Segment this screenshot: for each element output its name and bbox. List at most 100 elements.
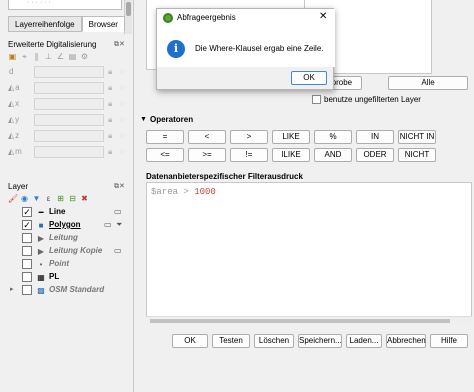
- all-button[interactable]: Alle: [388, 76, 468, 90]
- settings-icon[interactable]: ⚙: [80, 52, 89, 61]
- layer-row-point[interactable]: • Point: [8, 258, 130, 271]
- layer-checkbox[interactable]: ✓: [22, 220, 32, 230]
- op-greater-button[interactable]: >: [230, 130, 268, 144]
- triangle-symbol-icon: ▶: [37, 247, 45, 256]
- lock-icon[interactable]: 🔒︎: [108, 115, 116, 125]
- op-not-equal-button[interactable]: !=: [230, 148, 268, 162]
- expression-scrollbar[interactable]: [146, 316, 472, 324]
- layer-checkbox[interactable]: [22, 259, 32, 269]
- lock-icon[interactable]: 🔒︎: [108, 83, 116, 93]
- perpendicular-icon[interactable]: ⊥: [44, 52, 53, 61]
- layers-panel-title: Layer: [8, 182, 29, 191]
- construction-icon[interactable]: ⌖: [20, 52, 29, 61]
- coord-input[interactable]: [34, 146, 104, 158]
- messagebox-ok-button[interactable]: OK: [291, 71, 327, 85]
- load-button[interactable]: Laden...: [346, 334, 382, 348]
- lock-icon[interactable]: 🔒︎: [108, 131, 116, 141]
- filter-legend-icon[interactable]: ▼: [32, 194, 41, 203]
- qgis-logo-icon: [163, 13, 173, 23]
- coord-label: d: [9, 67, 14, 76]
- coord-row-x: ◭x 🔒︎ ◌: [8, 98, 128, 111]
- messagebox-message: Die Where-Klausel ergab eine Zeile.: [195, 44, 324, 53]
- op-not-button[interactable]: NICHT: [398, 148, 436, 162]
- expand-arrow-icon[interactable]: ▸: [10, 285, 14, 293]
- cancel-button[interactable]: Abbrechen: [386, 334, 426, 348]
- messagebox-titlebar[interactable]: Abfrageergebnis ✕: [157, 9, 335, 27]
- vertical-scrollbar[interactable]: [124, 0, 132, 34]
- lock-icon[interactable]: 🔒︎: [108, 147, 116, 157]
- relative-icon[interactable]: ◌: [120, 147, 128, 157]
- layer-checkbox[interactable]: [22, 285, 32, 295]
- save-button[interactable]: Speichern...: [298, 334, 342, 348]
- lock-icon[interactable]: 🔒︎: [108, 99, 116, 109]
- layer-row-line[interactable]: ✓ ━ Line ▭: [8, 206, 130, 219]
- style-brush-icon[interactable]: 🖌︎: [8, 194, 18, 203]
- layer-checkbox[interactable]: ✓: [22, 207, 32, 217]
- op-percent-button[interactable]: %: [314, 130, 352, 144]
- collapse-arrow-icon[interactable]: ▼: [140, 116, 147, 123]
- expand-all-icon[interactable]: ⊞: [56, 194, 65, 203]
- layer-row-osm[interactable]: ▸ ▩ OSM Standard: [8, 284, 130, 297]
- op-or-button[interactable]: ODER: [356, 148, 394, 162]
- filter-indicator-icon[interactable]: ⏷: [116, 220, 122, 230]
- digitizing-toolbar: ▣ ⌖ ∥ ⊥ ∠ ▤ ⚙: [8, 52, 89, 62]
- messagebox-title: Abfrageergebnis: [177, 13, 236, 22]
- relative-icon[interactable]: ◌: [120, 67, 128, 77]
- scrollbar-thumb[interactable]: [126, 2, 131, 16]
- op-like-button[interactable]: LIKE: [272, 130, 310, 144]
- panel-float-close-icons[interactable]: ⧉✕: [114, 182, 125, 191]
- coord-row-z: ◭z 🔒︎ ◌: [8, 130, 128, 143]
- relative-icon[interactable]: ◌: [120, 99, 128, 109]
- op-greater-equal-button[interactable]: >=: [188, 148, 226, 162]
- coord-input[interactable]: [34, 82, 104, 94]
- floater-icon[interactable]: ▤: [68, 52, 77, 61]
- layer-row-pl[interactable]: ▦ PL: [8, 271, 130, 284]
- op-and-button[interactable]: AND: [314, 148, 352, 162]
- relative-icon[interactable]: ◌: [120, 83, 128, 93]
- coord-input[interactable]: [34, 98, 104, 110]
- coord-input[interactable]: [34, 114, 104, 126]
- left-dock-panel: · · · · · · Layerreihenfolge Browser Erw…: [0, 0, 134, 392]
- collapse-all-icon[interactable]: ⊟: [68, 194, 77, 203]
- unfiltered-layer-label: benutze ungefilterten Layer: [324, 95, 421, 104]
- lock-icon[interactable]: 🔒︎: [108, 67, 116, 77]
- snap-angle-icon[interactable]: ∠: [56, 52, 65, 61]
- coord-input[interactable]: [34, 130, 104, 142]
- filter-expression-icon[interactable]: ε: [44, 194, 53, 203]
- clear-button[interactable]: Löschen: [254, 334, 294, 348]
- remove-layer-icon[interactable]: ✖: [80, 194, 89, 203]
- layer-checkbox[interactable]: [22, 233, 32, 243]
- digitizing-toggle-icon[interactable]: ▣: [8, 52, 17, 61]
- tab-layer-order[interactable]: Layerreihenfolge: [8, 16, 82, 32]
- coord-input[interactable]: [34, 66, 104, 78]
- browser-strip: · · · · · ·: [8, 0, 122, 10]
- op-equals-button[interactable]: =: [146, 130, 184, 144]
- coord-label: ◭y: [8, 115, 20, 124]
- scrollbar-thumb[interactable]: [150, 319, 450, 323]
- add-group-icon[interactable]: ◉: [20, 194, 29, 203]
- dialog-button-bar: OK Testen Löschen Speichern... Laden... …: [134, 332, 474, 352]
- op-in-button[interactable]: IN: [356, 130, 394, 144]
- relative-icon[interactable]: ◌: [120, 131, 128, 141]
- parallel-icon[interactable]: ∥: [32, 52, 41, 61]
- op-less-equal-button[interactable]: <=: [146, 148, 184, 162]
- layer-checkbox[interactable]: [22, 246, 32, 256]
- unfiltered-layer-checkbox[interactable]: [312, 95, 321, 104]
- relative-icon[interactable]: ◌: [120, 115, 128, 125]
- ok-button[interactable]: OK: [172, 334, 208, 348]
- layer-row-leitung-kopie[interactable]: ▶ Leitung Kopie ▭: [8, 245, 130, 258]
- layer-row-polygon[interactable]: ✓ ■ Polygon ▭ ⏷: [8, 219, 130, 232]
- op-ilike-button[interactable]: ILIKE: [272, 148, 310, 162]
- close-icon[interactable]: ✕: [319, 11, 327, 22]
- expression-field: $area: [151, 187, 179, 197]
- op-not-in-button[interactable]: NICHT IN: [398, 130, 436, 144]
- info-icon: i: [167, 40, 185, 58]
- test-button[interactable]: Testen: [212, 334, 250, 348]
- layer-row-leitung[interactable]: ▶ Leitung: [8, 232, 130, 245]
- panel-float-close-icons[interactable]: ⧉✕: [114, 40, 125, 49]
- op-less-button[interactable]: <: [188, 130, 226, 144]
- layer-checkbox[interactable]: [22, 272, 32, 282]
- tab-browser[interactable]: Browser: [81, 16, 125, 32]
- help-button[interactable]: Hilfe: [430, 334, 468, 348]
- expression-editor[interactable]: $area > 1000: [146, 182, 472, 324]
